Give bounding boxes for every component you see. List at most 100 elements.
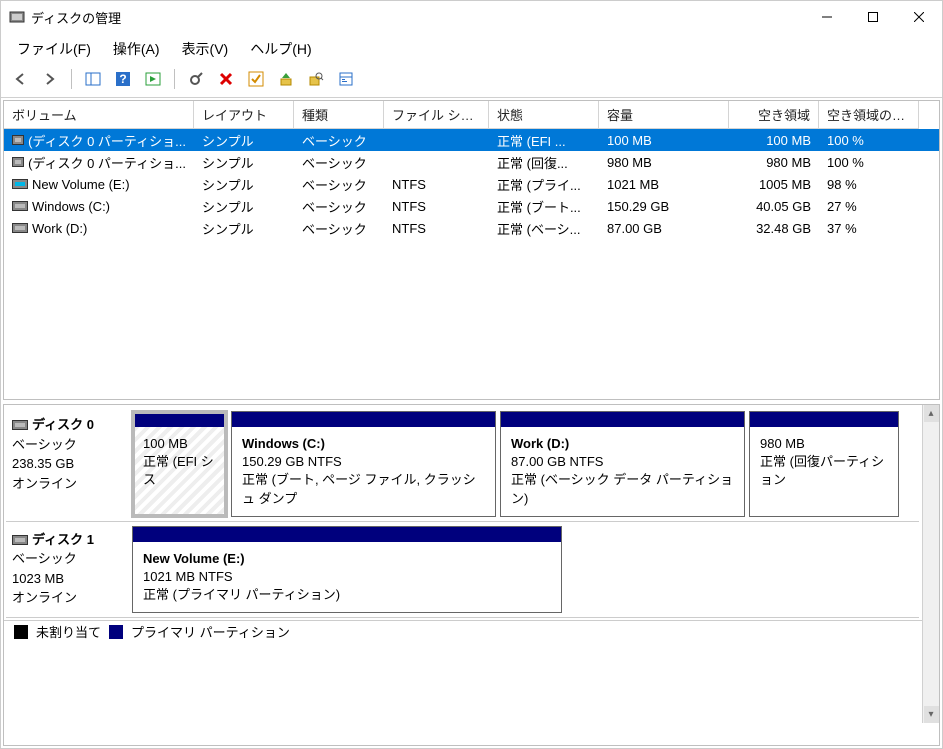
partition-status: 正常 (回復パーティション: [760, 453, 888, 489]
table-row[interactable]: (ディスク 0 パーティショ...シンプルベーシック正常 (回復...980 M…: [4, 151, 939, 173]
volume-free: 100 MB: [729, 131, 819, 150]
volume-icon: [12, 179, 28, 189]
disk-status: オンライン: [12, 588, 122, 608]
maximize-button[interactable]: [850, 1, 896, 33]
partition[interactable]: Windows (C:)150.29 GB NTFS正常 (ブート, ページ フ…: [231, 411, 496, 517]
col-fs[interactable]: ファイル システム: [384, 101, 489, 129]
disk-graph: 100 MB正常 (EFI シスWindows (C:)150.29 GB NT…: [130, 409, 917, 519]
table-row[interactable]: (ディスク 0 パーティショ... シンプルベーシック 正常 (EFI ... 100…: [4, 129, 939, 151]
disk-type: ベーシック: [12, 549, 122, 569]
action-icon[interactable]: [140, 67, 166, 91]
volume-status: 正常 (ブート...: [489, 195, 599, 218]
forward-button[interactable]: [37, 67, 63, 91]
table-row[interactable]: Windows (C:)シンプルベーシックNTFS正常 (ブート...150.2…: [4, 195, 939, 217]
upload-icon[interactable]: [273, 67, 299, 91]
disk-info: ディスク 1ベーシック1023 MBオンライン: [8, 524, 126, 616]
partition[interactable]: 980 MB正常 (回復パーティション: [749, 411, 899, 517]
col-type[interactable]: 種類: [294, 101, 384, 129]
volume-name: (ディスク 0 パーティショ...: [28, 153, 186, 172]
legend-primary: プライマリ パーティション: [131, 622, 290, 641]
disk-row: ディスク 0ベーシック238.35 GBオンライン100 MB正常 (EFI シ…: [6, 407, 919, 522]
volume-capacity: 87.00 GB: [599, 219, 729, 238]
volume-name: (ディスク 0 パーティショ...: [28, 131, 186, 150]
partition-status: 正常 (ブート, ページ ファイル, クラッシュ ダンプ: [242, 471, 485, 507]
scrollbar[interactable]: ▴ ▾: [922, 405, 939, 723]
partition-size: 100 MB: [143, 435, 216, 453]
volume-layout: シンプル: [194, 217, 294, 240]
partition[interactable]: New Volume (E:)1021 MB NTFS正常 (プライマリ パーテ…: [132, 526, 562, 614]
volume-list: ボリューム レイアウト 種類 ファイル システム 状態 容量 空き領域 空き領域…: [3, 100, 940, 400]
volume-fs: NTFS: [384, 197, 489, 216]
delete-icon[interactable]: [213, 67, 239, 91]
col-free[interactable]: 空き領域: [729, 101, 819, 129]
volume-icon: [12, 223, 28, 233]
volume-status: 正常 (ベーシ...: [489, 217, 599, 240]
window-title: ディスクの管理: [31, 8, 804, 27]
partition-header: [232, 412, 495, 427]
col-volume[interactable]: ボリューム: [4, 101, 194, 129]
volume-capacity: 150.29 GB: [599, 197, 729, 216]
legend-unallocated: 未割り当て: [36, 622, 101, 641]
volume-fs: NTFS: [384, 175, 489, 194]
disk-icon: [12, 535, 28, 545]
menu-file[interactable]: ファイル(F): [11, 37, 97, 61]
partition-title: Work (D:): [511, 435, 734, 453]
volume-fs: [384, 160, 489, 164]
refresh-icon[interactable]: [183, 67, 209, 91]
volume-freepct: 27 %: [819, 197, 919, 216]
disk-management-icon: [9, 9, 25, 25]
search-icon[interactable]: [303, 67, 329, 91]
disk-type: ベーシック: [12, 435, 122, 455]
volume-icon: [12, 135, 24, 145]
back-button[interactable]: [7, 67, 33, 91]
scroll-up-icon[interactable]: ▴: [924, 405, 939, 422]
volume-type: ベーシック: [294, 129, 384, 152]
col-freepct[interactable]: 空き領域の割...: [819, 101, 919, 129]
menubar: ファイル(F) 操作(A) 表示(V) ヘルプ(H): [1, 33, 942, 65]
partition-header: [133, 527, 561, 542]
disk-graphical-view: ディスク 0ベーシック238.35 GBオンライン100 MB正常 (EFI シ…: [3, 404, 940, 746]
column-headers: ボリューム レイアウト 種類 ファイル システム 状態 容量 空き領域 空き領域…: [4, 101, 939, 129]
menu-help[interactable]: ヘルプ(H): [244, 37, 317, 61]
partition-header: [750, 412, 898, 427]
volume-free: 40.05 GB: [729, 197, 819, 216]
legend-swatch-primary: [109, 625, 123, 639]
volume-status: 正常 (プライ...: [489, 173, 599, 196]
properties-icon[interactable]: [333, 67, 359, 91]
volume-free: 32.48 GB: [729, 219, 819, 238]
partition-size: 1021 MB NTFS: [143, 568, 551, 586]
disk-info: ディスク 0ベーシック238.35 GBオンライン: [8, 409, 126, 519]
volume-type: ベーシック: [294, 217, 384, 240]
volume-name: Windows (C:): [32, 199, 110, 214]
check-icon[interactable]: [243, 67, 269, 91]
table-row[interactable]: New Volume (E:)シンプルベーシックNTFS正常 (プライ...10…: [4, 173, 939, 195]
scroll-down-icon[interactable]: ▾: [924, 706, 939, 723]
svg-text:?: ?: [119, 72, 126, 86]
col-capacity[interactable]: 容量: [599, 101, 729, 129]
partition-status: 正常 (プライマリ パーティション): [143, 586, 551, 604]
minimize-button[interactable]: [804, 1, 850, 33]
partition[interactable]: Work (D:)87.00 GB NTFS正常 (ベーシック データ パーティ…: [500, 411, 745, 517]
close-button[interactable]: [896, 1, 942, 33]
partition[interactable]: 100 MB正常 (EFI シス: [132, 411, 227, 517]
disk-size: 238.35 GB: [12, 454, 122, 474]
disk-size: 1023 MB: [12, 569, 122, 589]
col-status[interactable]: 状態: [489, 101, 599, 129]
menu-action[interactable]: 操作(A): [107, 37, 166, 61]
menu-view[interactable]: 表示(V): [176, 37, 235, 61]
disk-status: オンライン: [12, 474, 122, 494]
volume-status: 正常 (EFI ...: [489, 129, 599, 152]
volume-fs: [384, 138, 489, 142]
legend: 未割り当て プライマリ パーティション: [4, 620, 939, 642]
volume-type: ベーシック: [294, 173, 384, 196]
volume-freepct: 98 %: [819, 175, 919, 194]
help-icon[interactable]: ?: [110, 67, 136, 91]
volume-layout: シンプル: [194, 151, 294, 174]
col-layout[interactable]: レイアウト: [194, 101, 294, 129]
volume-fs: NTFS: [384, 219, 489, 238]
volume-layout: シンプル: [194, 129, 294, 152]
table-row[interactable]: Work (D:)シンプルベーシックNTFS正常 (ベーシ...87.00 GB…: [4, 217, 939, 239]
partition-size: 980 MB: [760, 435, 888, 453]
partition-status: 正常 (EFI シス: [143, 453, 216, 489]
show-hide-console-tree-icon[interactable]: [80, 67, 106, 91]
